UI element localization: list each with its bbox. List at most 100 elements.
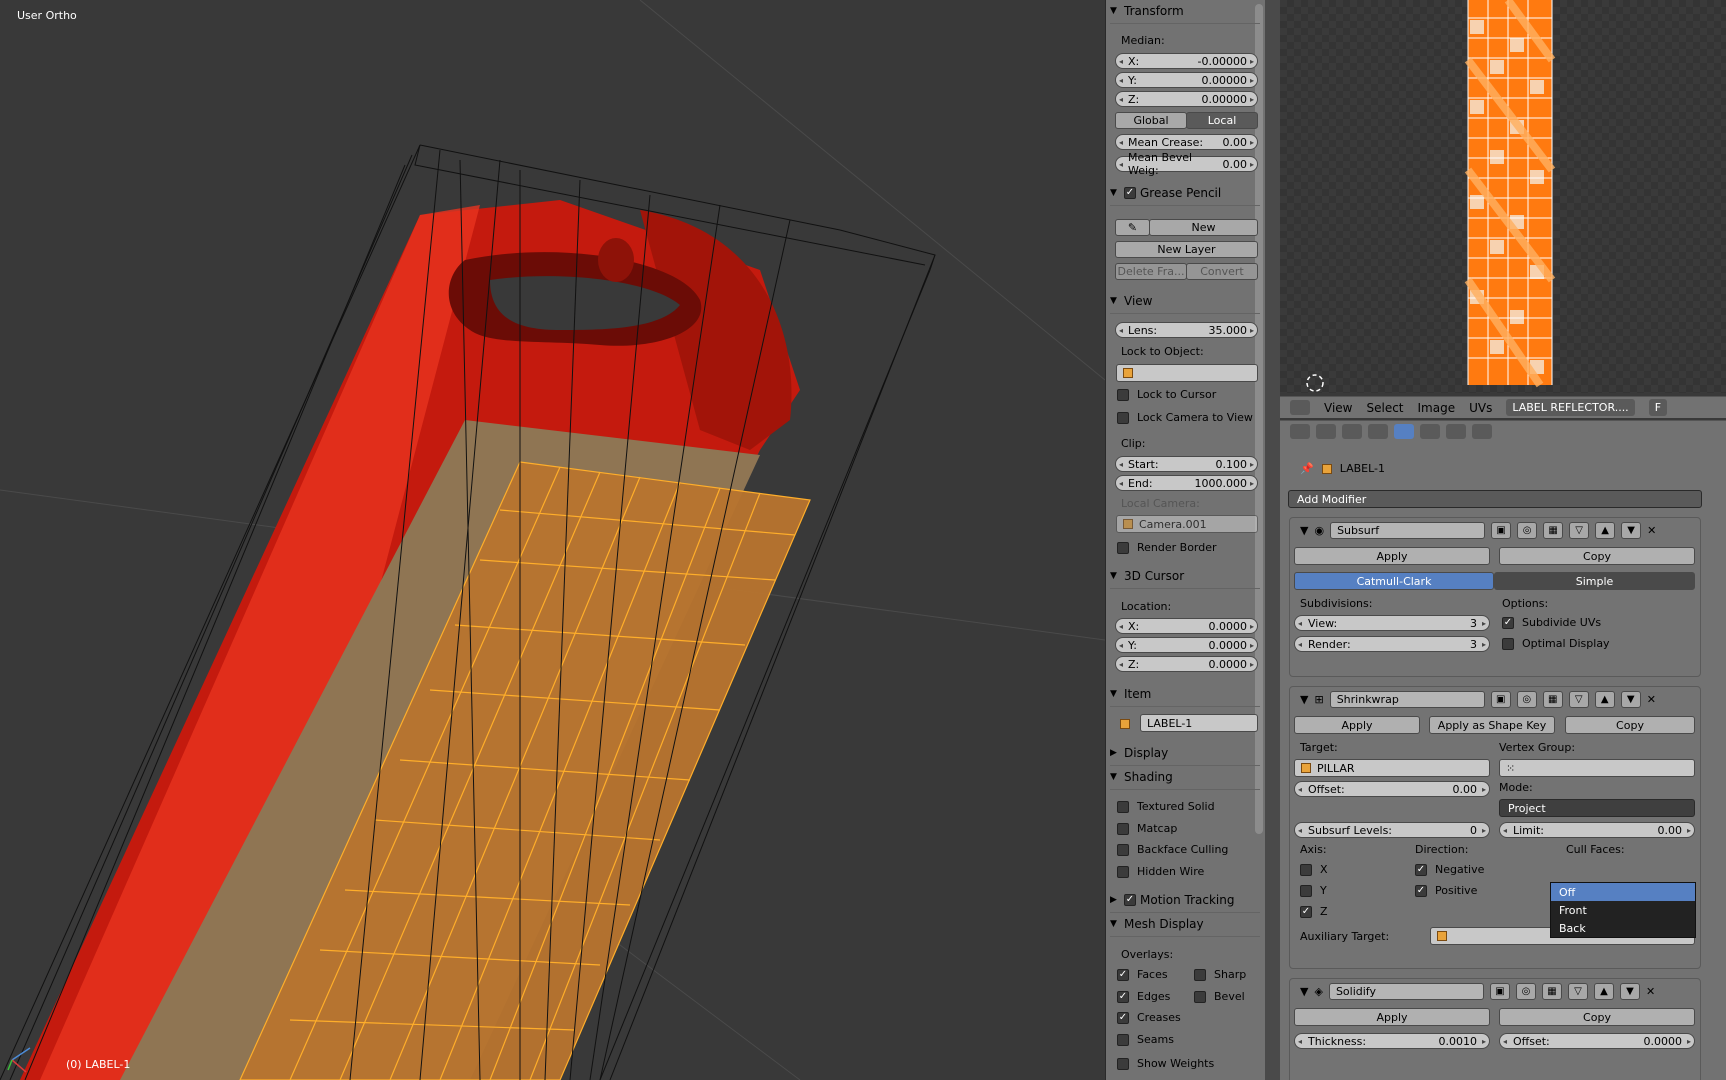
viewport-toggle-icon[interactable]: ◎ <box>1516 690 1537 708</box>
modifier-name-field[interactable]: Solidify <box>1328 982 1484 1000</box>
creases-checkbox[interactable]: ✓ Creases <box>1117 1011 1181 1024</box>
hidden-wire-checkbox[interactable]: Hidden Wire <box>1117 865 1204 878</box>
scene-tab-icon[interactable] <box>1316 424 1336 439</box>
axis-x-checkbox[interactable]: X <box>1300 863 1328 876</box>
panel-display-header[interactable]: ▶ Display <box>1110 743 1260 766</box>
subsurf-levels-field[interactable]: Subsurf Levels:0 <box>1294 822 1490 838</box>
remove-modifier-icon[interactable]: ✕ <box>1647 693 1656 706</box>
editmode-toggle-icon[interactable]: ▦ <box>1543 521 1564 539</box>
view-levels-field[interactable]: View:3 <box>1294 615 1490 631</box>
cage-toggle-icon[interactable]: ▽ <box>1569 521 1590 539</box>
solidify-copy-button[interactable]: Copy <box>1499 1008 1695 1026</box>
area-divider[interactable] <box>1265 0 1280 1080</box>
editor-type-icon[interactable] <box>1290 400 1310 415</box>
menu-image[interactable]: Image <box>1418 401 1456 415</box>
modifiers-tab-icon[interactable] <box>1394 424 1414 439</box>
show-weights-checkbox[interactable]: Show Weights <box>1117 1057 1214 1070</box>
seams-checkbox[interactable]: Seams <box>1117 1033 1174 1046</box>
collapse-icon[interactable]: ▼ <box>1300 524 1308 537</box>
lens-field[interactable]: Lens:35.000 <box>1115 322 1258 338</box>
panel-motion-tracking-header[interactable]: ▶ ✓ Motion Tracking <box>1110 890 1260 913</box>
edges-checkbox[interactable]: ✓ Edges <box>1117 990 1170 1003</box>
subsurf-apply-button[interactable]: Apply <box>1294 547 1490 565</box>
subdivide-uvs-checkbox[interactable]: ✓ Subdivide UVs <box>1502 616 1601 629</box>
grease-pencil-checkbox[interactable]: ✓ <box>1124 187 1136 199</box>
remove-modifier-icon[interactable]: ✕ <box>1646 985 1655 998</box>
modifier-name-field[interactable]: Shrinkwrap <box>1329 690 1485 708</box>
simple-toggle[interactable]: Simple <box>1494 572 1695 590</box>
convert-button[interactable]: Convert <box>1186 263 1258 280</box>
axis-y-checkbox[interactable]: Y <box>1300 884 1327 897</box>
apply-as-shape-key-button[interactable]: Apply as Shape Key <box>1429 716 1555 734</box>
panel-shading-header[interactable]: ▼ Shading <box>1110 767 1260 790</box>
median-y-field[interactable]: Y:0.00000 <box>1115 72 1258 88</box>
backface-culling-checkbox[interactable]: Backface Culling <box>1117 843 1228 856</box>
modifier-name-field[interactable]: Subsurf <box>1330 521 1486 539</box>
textured-solid-checkbox[interactable]: Textured Solid <box>1117 800 1215 813</box>
object-tab-icon[interactable] <box>1368 424 1388 439</box>
catmull-clark-toggle[interactable]: Catmull-Clark <box>1294 572 1494 590</box>
motion-tracking-checkbox[interactable]: ✓ <box>1124 894 1136 906</box>
collapse-icon[interactable]: ▼ <box>1300 985 1308 998</box>
viewport-toggle-icon[interactable]: ◎ <box>1517 521 1538 539</box>
cursor-z-field[interactable]: Z:0.0000 <box>1115 656 1258 672</box>
panel-3d-cursor-header[interactable]: ▼ 3D Cursor <box>1110 566 1260 589</box>
target-field[interactable]: PILLAR <box>1294 759 1490 777</box>
mean-crease-field[interactable]: Mean Crease:0.00 <box>1115 134 1258 150</box>
add-modifier-dropdown[interactable]: Add Modifier <box>1288 490 1702 508</box>
render-toggle-icon[interactable]: ▣ <box>1489 982 1510 1000</box>
axis-z-checkbox[interactable]: ✓ Z <box>1300 905 1328 918</box>
mean-bevel-field[interactable]: Mean Bevel Weig:0.00 <box>1115 151 1258 177</box>
limit-field[interactable]: Limit:0.00 <box>1499 822 1695 838</box>
negative-checkbox[interactable]: ✓ Negative <box>1415 863 1484 876</box>
solidify-offset-field[interactable]: Offset:0.0000 <box>1499 1033 1695 1049</box>
sharp-checkbox[interactable]: Sharp <box>1194 968 1246 981</box>
item-name-field[interactable]: LABEL-1 <box>1140 714 1258 732</box>
render-tab-icon[interactable] <box>1290 424 1310 439</box>
lock-camera-checkbox[interactable]: Lock Camera to View <box>1117 411 1253 424</box>
shrinkwrap-apply-button[interactable]: Apply <box>1294 716 1420 734</box>
median-z-field[interactable]: Z:0.00000 <box>1115 91 1258 107</box>
render-levels-field[interactable]: Render:3 <box>1294 636 1490 652</box>
render-border-checkbox[interactable]: Render Border <box>1117 541 1217 554</box>
matcap-checkbox[interactable]: Matcap <box>1117 822 1177 835</box>
panel-view-header[interactable]: ▼ View <box>1110 291 1260 314</box>
collapse-icon[interactable]: ▼ <box>1300 693 1308 706</box>
menu-uvs[interactable]: UVs <box>1469 401 1492 415</box>
local-camera-field[interactable]: Camera.001 <box>1116 515 1258 533</box>
cull-faces-dropdown-menu[interactable]: Off Front Back <box>1550 882 1696 938</box>
global-toggle[interactable]: Global <box>1115 112 1187 129</box>
remove-modifier-icon[interactable]: ✕ <box>1647 524 1656 537</box>
world-tab-icon[interactable] <box>1342 424 1362 439</box>
editmode-toggle-icon[interactable]: ▦ <box>1542 690 1563 708</box>
move-down-icon[interactable]: ▼ <box>1619 982 1640 1000</box>
render-toggle-icon[interactable]: ▣ <box>1490 690 1511 708</box>
lock-object-field[interactable] <box>1116 364 1258 382</box>
panel-transform-header[interactable]: ▼ Transform <box>1110 1 1260 24</box>
local-toggle[interactable]: Local <box>1186 112 1258 129</box>
optimal-display-checkbox[interactable]: Optimal Display <box>1502 637 1610 650</box>
delete-frame-button[interactable]: Delete Fra... <box>1115 263 1187 280</box>
vertex-group-field[interactable]: ⁙ <box>1499 759 1695 777</box>
panel-grease-pencil-header[interactable]: ▼ ✓ Grease Pencil <box>1110 183 1260 206</box>
editmode-toggle-icon[interactable]: ▦ <box>1541 982 1562 1000</box>
new-layer-button[interactable]: New Layer <box>1115 241 1258 258</box>
menu-view[interactable]: View <box>1324 401 1352 415</box>
clip-start-field[interactable]: Start:0.100 <box>1115 456 1258 472</box>
viewport-toggle-icon[interactable]: ◎ <box>1515 982 1536 1000</box>
mode-dropdown[interactable]: Project <box>1499 799 1695 817</box>
fake-user-button[interactable]: F <box>1648 399 1668 416</box>
pencil-icon-button[interactable]: ✎ <box>1115 219 1150 236</box>
lock-to-cursor-checkbox[interactable]: Lock to Cursor <box>1117 388 1216 401</box>
move-down-icon[interactable]: ▼ <box>1620 690 1641 708</box>
grease-new-button[interactable]: New <box>1149 219 1258 236</box>
menu-select[interactable]: Select <box>1366 401 1403 415</box>
bevel-checkbox[interactable]: Bevel <box>1194 990 1245 1003</box>
image-name-field[interactable]: LABEL REFLECTOR.... <box>1506 399 1635 416</box>
panel-mesh-display-header[interactable]: ▼ Mesh Display <box>1110 914 1260 937</box>
cage-toggle-icon[interactable]: ▽ <box>1568 690 1589 708</box>
solidify-apply-button[interactable]: Apply <box>1294 1008 1490 1026</box>
material-tab-icon[interactable] <box>1446 424 1466 439</box>
move-up-icon[interactable]: ▲ <box>1594 690 1615 708</box>
texture-tab-icon[interactable] <box>1472 424 1492 439</box>
